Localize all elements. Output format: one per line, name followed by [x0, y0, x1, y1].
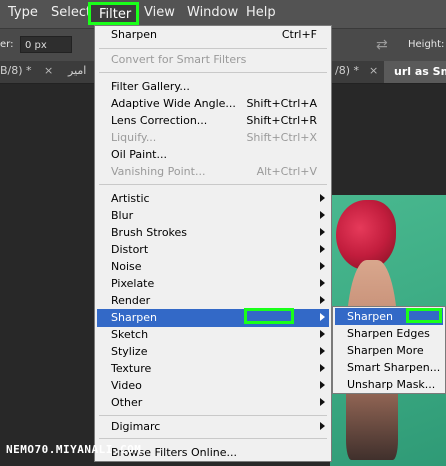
menu-separator [99, 48, 327, 49]
menu-separator [99, 415, 327, 416]
submenu-arrow-icon [320, 381, 325, 389]
feather-label: er: [0, 39, 14, 50]
menu-separator [99, 438, 327, 439]
watermark: NEMO70.MIYANALI.COM [6, 443, 142, 456]
menu-item-other[interactable]: Other [111, 394, 142, 411]
submenu-arrow-icon [320, 313, 325, 321]
submenu-item-sharpen-edges[interactable]: Sharpen Edges [347, 325, 430, 342]
menu-filter-label: Filter [99, 7, 132, 22]
highlight-marker-fill [251, 314, 287, 318]
submenu-arrow-icon [320, 330, 325, 338]
tab-active[interactable]: url as Sm [384, 61, 446, 83]
tab-doc-1[interactable]: B/8) * [0, 64, 32, 77]
submenu-highlight-marker-fill [412, 314, 436, 318]
submenu-item-unsharp-mask[interactable]: Unsharp Mask... [347, 376, 435, 393]
menu-separator [99, 184, 327, 185]
filter-menu: Sharpen Ctrl+F Convert for Smart Filters… [94, 25, 332, 462]
submenu-arrow-icon [320, 245, 325, 253]
menu-item-adaptive-wide-angle[interactable]: Adaptive Wide Angle... [111, 95, 236, 112]
submenu-arrow-icon [320, 228, 325, 236]
shortcut-vanishing-point: Alt+Ctrl+V [256, 165, 317, 178]
menu-separator [99, 72, 327, 73]
menu-item-last-filter[interactable]: Sharpen [111, 26, 157, 43]
tab-doc-2[interactable]: امیر [68, 64, 86, 77]
menu-item-texture[interactable]: Texture [111, 360, 151, 377]
menu-item-convert-smart: Convert for Smart Filters [111, 53, 247, 66]
submenu-item-smart-sharpen[interactable]: Smart Sharpen... [347, 359, 440, 376]
feather-input[interactable]: 0 px [20, 36, 72, 53]
menu-item-lens-correction[interactable]: Lens Correction... [111, 112, 207, 129]
menu-help[interactable]: Help [246, 5, 276, 20]
menu-item-digimarc[interactable]: Digimarc [111, 418, 160, 435]
height-label: Height: [408, 39, 445, 50]
submenu-arrow-icon [320, 398, 325, 406]
menu-type[interactable]: Type [8, 5, 38, 20]
menu-item-sketch[interactable]: Sketch [111, 326, 148, 343]
menu-view[interactable]: View [144, 5, 175, 20]
shortcut-last-filter: Ctrl+F [281, 28, 317, 41]
menu-item-filter-gallery[interactable]: Filter Gallery... [111, 78, 190, 95]
menu-filter[interactable]: Filter [88, 2, 139, 25]
submenu-arrow-icon [320, 422, 325, 430]
submenu-arrow-icon [320, 211, 325, 219]
submenu-item-sharpen[interactable]: Sharpen [347, 308, 393, 325]
submenu-arrow-icon [320, 347, 325, 355]
highlight-marker [244, 308, 294, 324]
submenu-arrow-icon [320, 194, 325, 202]
menu-select[interactable]: Select [51, 5, 91, 20]
swap-icon[interactable]: ⇄ [376, 37, 388, 53]
submenu-arrow-icon [320, 296, 325, 304]
menu-item-oil-paint[interactable]: Oil Paint... [111, 146, 167, 163]
tab-doc-3[interactable]: /8) * [335, 64, 359, 77]
shortcut-liquify: Shift+Ctrl+X [246, 131, 317, 144]
menu-window[interactable]: Window [187, 5, 238, 20]
menu-item-render[interactable]: Render [111, 292, 150, 309]
close-icon[interactable]: × [44, 64, 53, 77]
submenu-arrow-icon [320, 262, 325, 270]
menu-item-blur[interactable]: Blur [111, 207, 133, 224]
menu-item-artistic[interactable]: Artistic [111, 190, 150, 207]
menu-item-liquify: Liquify... [111, 131, 157, 144]
menu-item-sharpen[interactable]: Sharpen [111, 309, 157, 326]
menu-item-video[interactable]: Video [111, 377, 142, 394]
submenu-arrow-icon [320, 364, 325, 372]
close-icon[interactable]: × [369, 64, 378, 77]
menu-item-brush-strokes[interactable]: Brush Strokes [111, 224, 187, 241]
menu-item-stylize[interactable]: Stylize [111, 343, 147, 360]
shortcut-lens-correction: Shift+Ctrl+R [246, 114, 317, 127]
submenu-item-sharpen-more[interactable]: Sharpen More [347, 342, 424, 359]
submenu-arrow-icon [320, 279, 325, 287]
submenu-highlight-marker [406, 308, 442, 323]
menu-item-vanishing-point: Vanishing Point... [111, 165, 206, 178]
menu-item-noise[interactable]: Noise [111, 258, 142, 275]
shortcut-adaptive-wide-angle: Shift+Ctrl+A [246, 97, 317, 110]
menu-item-pixelate[interactable]: Pixelate [111, 275, 154, 292]
menu-item-distort[interactable]: Distort [111, 241, 148, 258]
menu-bar: Type Select Filter View Window Help [0, 0, 446, 28]
